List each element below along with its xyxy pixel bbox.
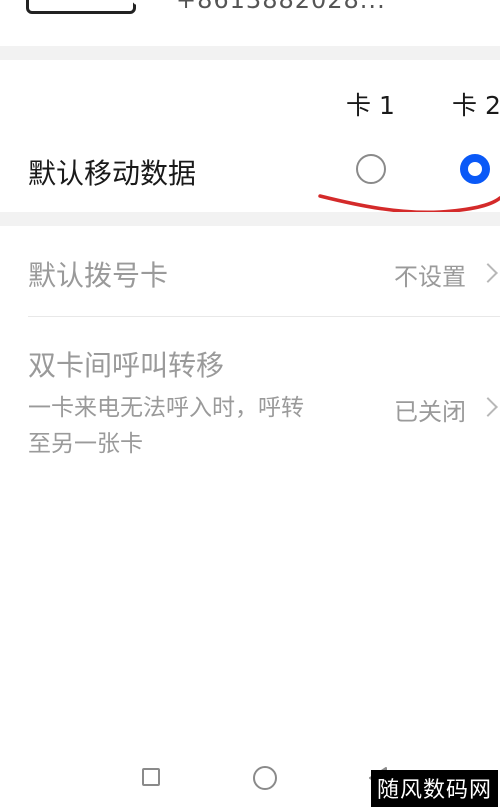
row-divider <box>28 316 500 317</box>
default-dial-card-value: 不设置 <box>394 263 466 291</box>
red-annotation-underline <box>318 194 500 215</box>
home-button[interactable] <box>253 766 277 790</box>
chevron-right-icon <box>478 263 498 283</box>
watermark-logo: 随风数码网 <box>370 770 498 807</box>
call-forwarding-subtitle-line1: 一卡来电无法呼入时，呼转 <box>28 395 304 421</box>
dual-sim-settings-screen: +8613882028... 卡 1 卡 2 默认移动数据 默认拨号卡 不设置 … <box>0 0 500 809</box>
call-forwarding-subtitle-line2: 至另一张卡 <box>28 431 143 457</box>
chevron-right-icon <box>478 397 498 417</box>
call-forwarding-value: 已关闭 <box>394 398 466 426</box>
section-divider <box>0 212 500 226</box>
default-dial-card-title: 默认拨号卡 <box>28 259 169 292</box>
recent-apps-button[interactable] <box>142 768 160 786</box>
call-forwarding-title: 双卡间呼叫转移 <box>28 349 225 382</box>
